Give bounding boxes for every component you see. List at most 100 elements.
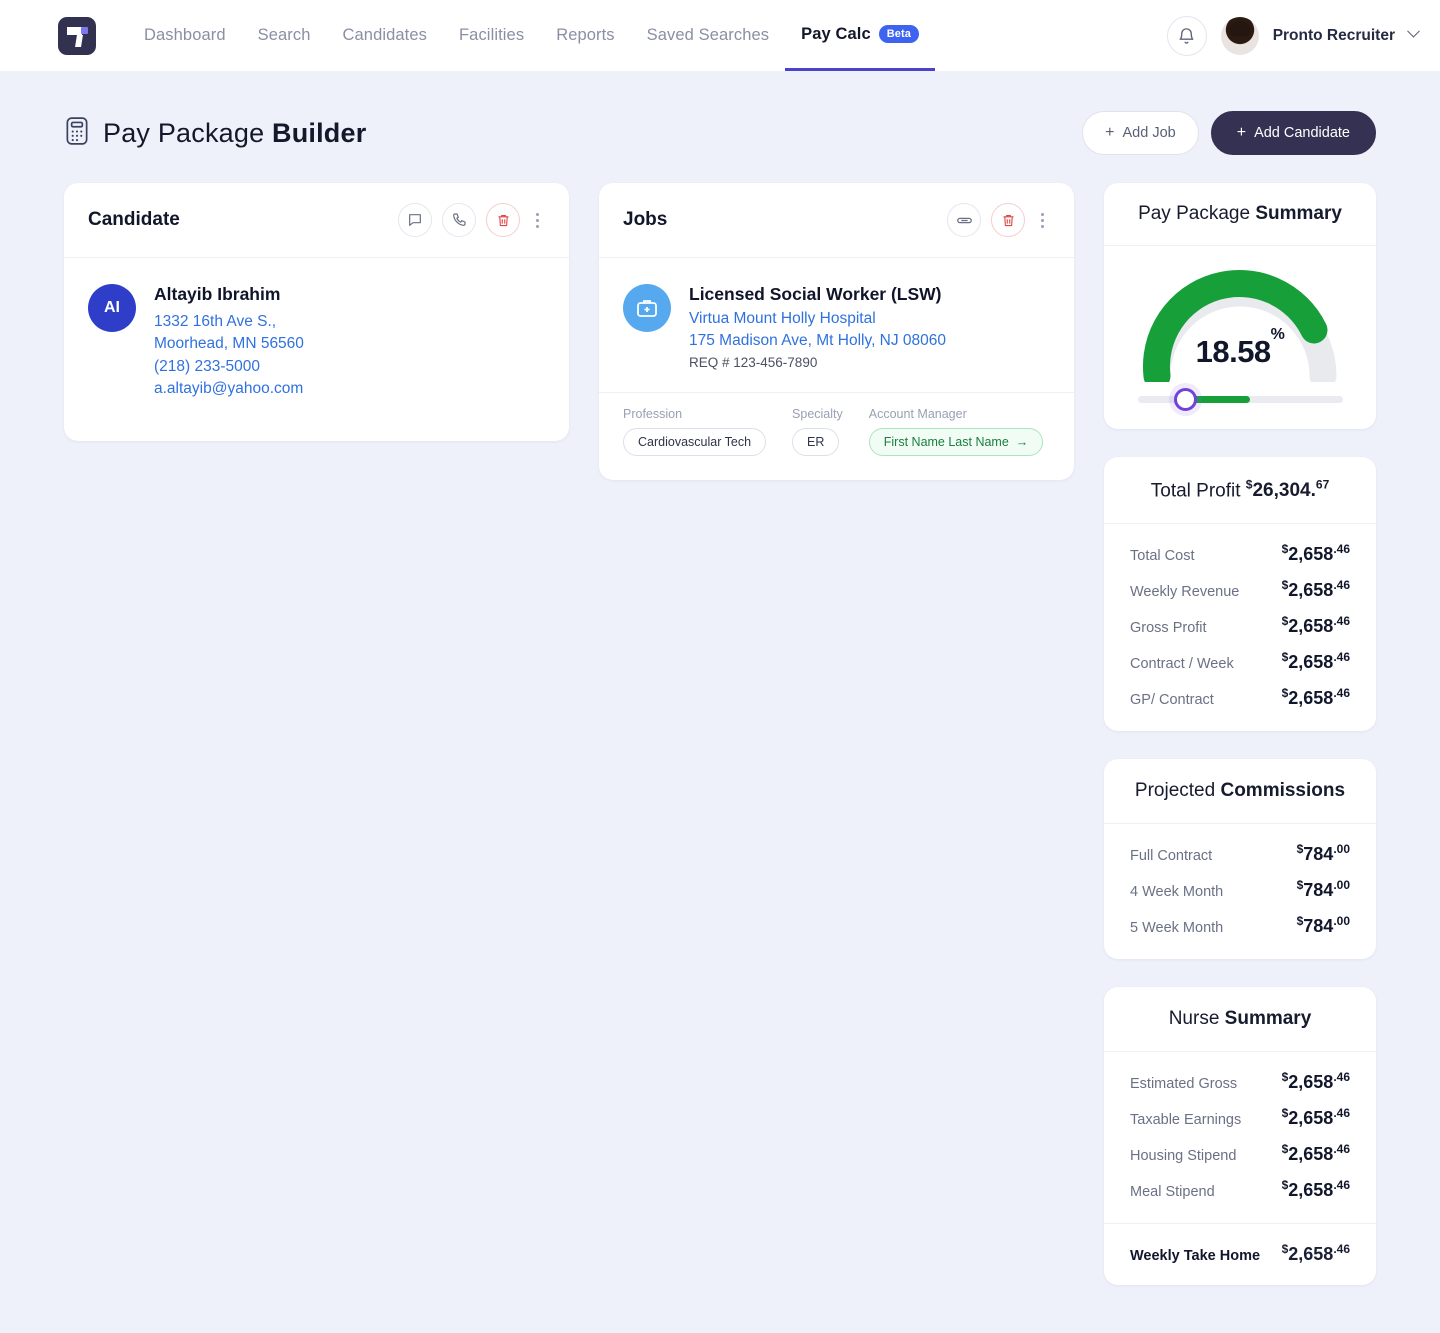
profession-chip[interactable]: Cardiovascular Tech [623,427,767,456]
nav-item-search[interactable]: Search [242,0,327,71]
delete-candidate-button[interactable] [486,203,520,237]
notifications-button[interactable] [1166,15,1207,56]
table-row: Meal Stipend $2,658.46 [1130,1178,1350,1201]
nav-item-pay-calc[interactable]: Pay Calc Beta [785,0,936,71]
table-row: 5 Week Month $784.00 [1130,914,1350,937]
table-row: Total Cost $2,658.46 [1130,542,1350,565]
page-title: Pay Package Builder [103,118,366,149]
chevron-down-icon[interactable] [1407,24,1420,38]
jobs-more-menu[interactable] [1035,209,1050,232]
jobs-card: Jobs Licensed Social Worker (LSW) Virtua… [599,183,1074,480]
gauge-section: 18.58% [1104,246,1376,429]
pay-package-summary-title: Pay Package Summary [1104,183,1376,246]
plus-icon: + [1105,124,1115,141]
top-navigation-bar: Dashboard Search Candidates Facilities R… [0,0,1440,71]
weekly-take-home-row: Weekly Take Home $2,658.46 [1104,1223,1376,1285]
candidate-phone[interactable]: (218) 233-5000 [154,356,304,378]
nav-item-reports[interactable]: Reports [540,0,630,71]
row-label: GP/ Contract [1130,692,1214,709]
jobs-card-title: Jobs [623,209,668,230]
row-value: $2,658.46 [1281,1106,1350,1129]
copy-link-button[interactable] [947,203,981,237]
table-row: Estimated Gross $2,658.46 [1130,1070,1350,1093]
profession-label: Profession [623,406,683,421]
logo-accent-square [81,26,88,34]
candidate-address-line2[interactable]: Moorhead, MN 56560 [154,333,304,355]
job-details: Licensed Social Worker (LSW) Virtua Moun… [689,284,946,370]
total-profit-amount: $26,304.67 [1245,478,1330,502]
candidate-email[interactable]: a.altayib@yahoo.com [154,378,304,400]
candidate-more-menu[interactable] [530,209,545,232]
row-label: Total Cost [1130,548,1195,565]
weekly-take-home-label: Weekly Take Home [1130,1248,1261,1265]
candidate-name: Altayib Ibrahim [154,284,281,304]
total-profit-card: Total Profit $26,304.67 Total Cost $2,65… [1104,457,1376,732]
job-address[interactable]: 175 Madison Ave, Mt Holly, NJ 08060 [689,330,946,352]
row-label: 4 Week Month [1130,884,1224,901]
page-header: Pay Package Builder + Add Job + Add Cand… [64,71,1376,155]
nav-item-saved-searches[interactable]: Saved Searches [631,0,785,71]
message-button[interactable] [398,203,432,237]
main-layout: Candidate AI Altayib Ibrahim 1332 16th A… [64,183,1376,1333]
profession-group: Profession Cardiovascular Tech [623,406,767,456]
projected-commissions-card: Projected Commissions Full Contract $784… [1104,759,1376,960]
candidate-address-line1[interactable]: 1332 16th Ave S., [154,311,304,333]
nurse-summary-title: Nurse Summary [1104,987,1376,1053]
specialty-chip[interactable]: ER [792,427,840,456]
margin-slider[interactable] [1137,388,1343,411]
row-value: $2,658.46 [1281,1142,1350,1165]
row-label: Contract / Week [1130,656,1234,673]
account-manager-chip[interactable]: First Name Last Name → [868,427,1044,456]
row-label: Taxable Earnings [1130,1112,1242,1129]
row-value: $784.00 [1296,878,1350,901]
page-header-actions: + Add Job + Add Candidate [1082,111,1376,155]
slider-thumb[interactable] [1173,388,1197,411]
add-job-label: Add Job [1122,125,1176,141]
row-label: Meal Stipend [1130,1184,1215,1201]
row-label: Estimated Gross [1130,1076,1238,1093]
projected-commissions-rows: Full Contract $784.00 4 Week Month $784.… [1104,824,1376,959]
nav-item-dashboard[interactable]: Dashboard [128,0,242,71]
total-profit-title: Total Profit $26,304.67 [1104,457,1376,525]
account-manager-group: Account Manager First Name Last Name → [868,407,1044,456]
nav-item-facilities[interactable]: Facilities [443,0,540,71]
add-job-button[interactable]: + Add Job [1082,111,1199,155]
table-row: Gross Profit $2,658.46 [1130,614,1350,637]
delete-job-button[interactable] [991,203,1025,237]
app-logo[interactable] [58,16,96,55]
nav-right-group: Pronto Recruiter [1166,15,1420,56]
account-manager-name: First Name Last Name [883,434,1009,449]
page-container: Pay Package Builder + Add Job + Add Cand… [0,71,1440,1333]
briefcase-medical-icon [637,300,657,317]
job-facility[interactable]: Virtua Mount Holly Hospital [689,308,946,330]
logo-glyph [67,26,82,35]
table-row: Full Contract $784.00 [1130,842,1350,865]
user-name: Pronto Recruiter [1272,26,1395,44]
call-button[interactable] [442,203,476,237]
add-candidate-label: Add Candidate [1254,125,1350,141]
table-row: Taxable Earnings $2,658.46 [1130,1106,1350,1129]
gauge-value: 18.58% [1135,326,1345,370]
candidate-initials-avatar: AI [88,284,136,332]
beta-badge: Beta [878,25,920,43]
job-title: Licensed Social Worker (LSW) [689,284,942,304]
row-value: $784.00 [1296,914,1350,937]
row-value: $2,658.46 [1281,1070,1350,1093]
row-value: $2,658.46 [1281,614,1350,637]
specialty-label: Specialty [792,406,843,421]
nav-links: Dashboard Search Candidates Facilities R… [128,0,936,71]
add-candidate-button[interactable]: + Add Candidate [1210,111,1376,155]
candidate-card-actions [398,203,545,237]
nurse-summary-rows: Estimated Gross $2,658.46 Taxable Earnin… [1104,1052,1376,1223]
row-value: $2,658.46 [1281,578,1350,601]
user-avatar[interactable] [1220,16,1259,55]
right-sidebar: Pay Package Summary 18.58% Total Profit … [1104,183,1376,1286]
table-row: Contract / Week $2,658.46 [1130,650,1350,673]
row-value: $2,658.46 [1281,1178,1350,1201]
nurse-summary-card: Nurse Summary Estimated Gross $2,658.46 … [1104,987,1376,1286]
nav-item-candidates[interactable]: Candidates [327,0,443,71]
row-value: $2,658.46 [1281,686,1350,709]
gauge-percent-sign: % [1270,325,1285,343]
jobs-card-header: Jobs [599,183,1074,258]
specialty-group: Specialty ER [792,407,843,456]
